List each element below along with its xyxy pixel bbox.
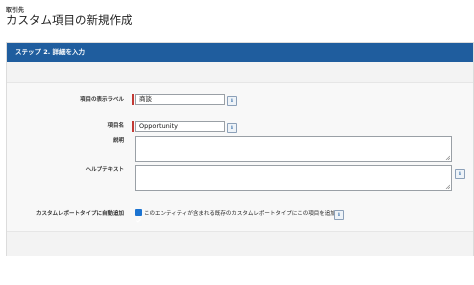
report-type-checkbox-text: このエンティティが含まれる既存のカスタムレポートタイプにこの項目を追加	[144, 211, 336, 217]
description-label: 説明	[112, 138, 124, 144]
resize-grip-icon[interactable]	[445, 184, 450, 189]
required-indicator	[132, 94, 134, 105]
resize-grip-icon[interactable]	[445, 155, 450, 160]
report-type-checkbox[interactable]	[135, 209, 142, 223]
step-header: ステップ 2. 詳細を入力	[7, 43, 473, 62]
info-icon[interactable]: i	[334, 210, 344, 220]
description-textarea[interactable]	[135, 136, 452, 162]
report-type-label: カスタムレポートタイプに自動追加	[35, 211, 124, 217]
field-name-label: 項目名	[107, 123, 124, 129]
page-title: カスタム項目の新規作成	[6, 13, 133, 27]
help-text-textarea[interactable]	[135, 165, 452, 191]
help-text-label: ヘルプテキスト	[85, 167, 124, 173]
info-icon[interactable]: i	[227, 96, 237, 106]
info-icon[interactable]: i	[455, 169, 465, 179]
required-indicator	[132, 121, 134, 132]
detail-panel: ステップ 2. 詳細を入力 項目の表示ラベル 商談 i 項目名 Opportun…	[6, 42, 474, 256]
panel-bottom-band	[7, 231, 473, 256]
info-icon[interactable]: i	[227, 123, 237, 133]
field-label-label: 項目の表示ラベル	[79, 97, 124, 103]
field-label-input[interactable]: 商談	[135, 94, 225, 105]
panel-top-band	[7, 62, 473, 83]
checkmark-icon	[136, 218, 142, 223]
field-name-input[interactable]: Opportunity	[135, 121, 225, 132]
